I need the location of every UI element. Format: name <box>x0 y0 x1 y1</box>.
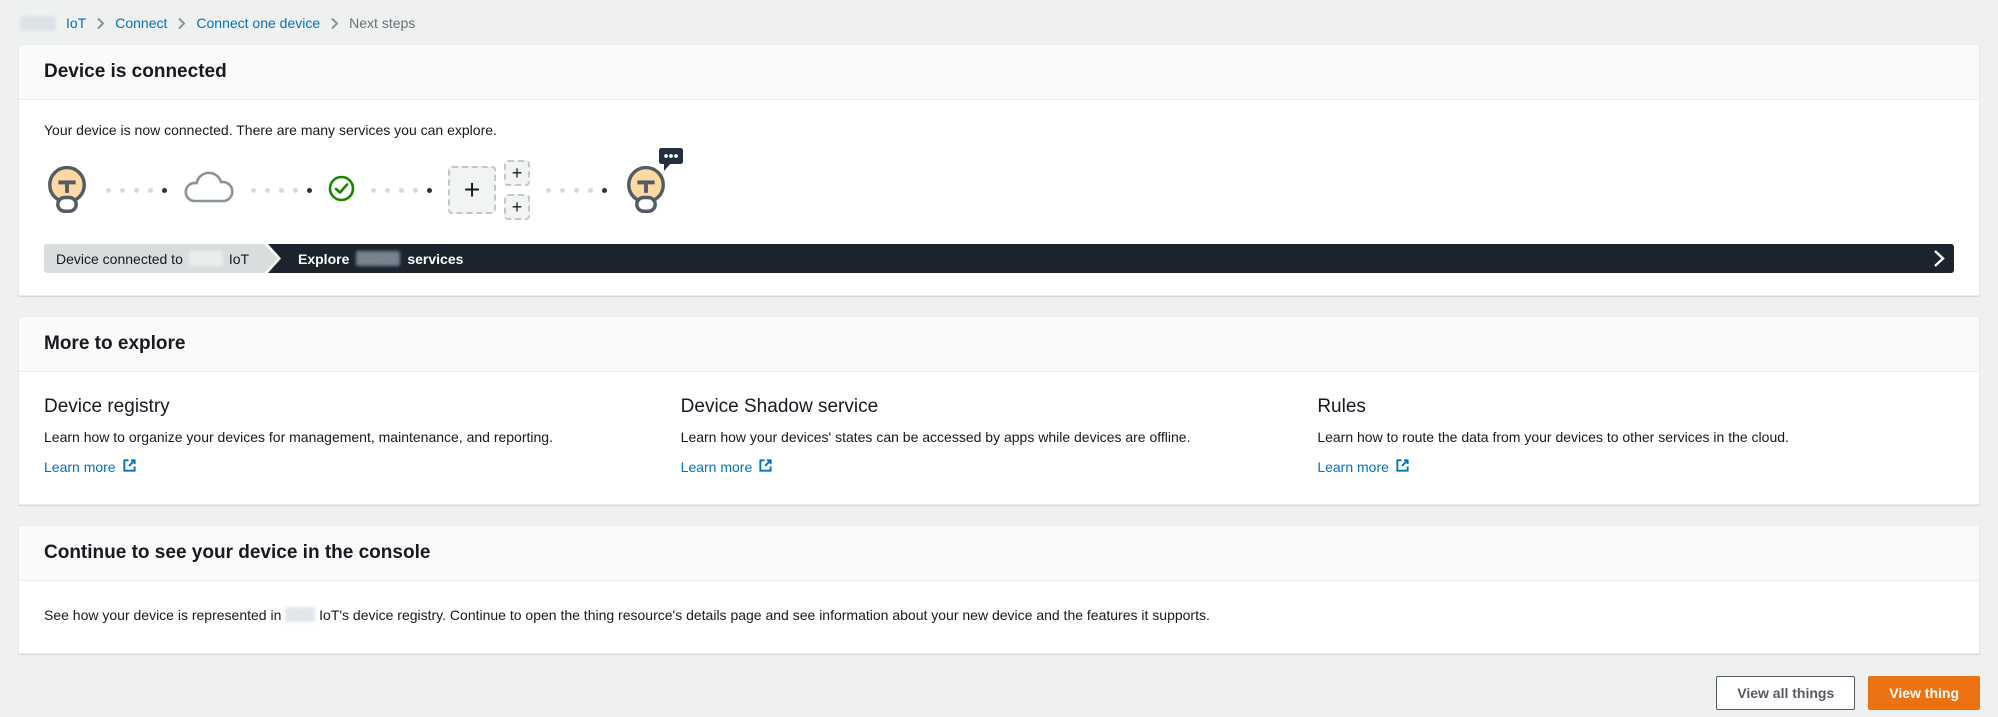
continue-text-suffix: IoT's device registry. Continue to open … <box>319 607 1210 623</box>
connection-flow-diagram: + + + <box>44 158 1954 222</box>
card-rules: Rules Learn how to route the data from y… <box>1317 396 1954 476</box>
cloud-icon <box>183 170 235 211</box>
chevron-right-icon[interactable] <box>1932 249 1945 271</box>
panel-header: More to explore <box>19 317 1979 372</box>
external-link-icon <box>758 458 773 476</box>
breadcrumb-link-connect[interactable]: Connect <box>115 15 167 31</box>
panel-title: Continue to see your device in the conso… <box>44 542 1954 564</box>
plus-icon[interactable]: + <box>504 160 530 186</box>
redacted-text <box>285 607 315 622</box>
device-connected-panel: Device is connected Your device is now c… <box>18 44 1980 296</box>
wizard-progress-bar: Explore services Device connected to IoT <box>44 244 1954 273</box>
progress-step2-text2: services <box>407 251 463 267</box>
message-bubble-icon <box>659 148 684 176</box>
card-title: Device Shadow service <box>681 396 1318 418</box>
learn-more-label: Learn more <box>681 459 753 475</box>
learn-more-link[interactable]: Learn more <box>1317 458 1410 476</box>
redacted-text <box>20 16 56 31</box>
continue-text-prefix: See how your device is represented in <box>44 607 281 623</box>
chevron-right-icon <box>330 17 339 30</box>
progress-step2-text: Explore <box>298 251 349 267</box>
card-device-registry: Device registry Learn how to organize yo… <box>44 396 681 476</box>
page-actions: View all things View thing <box>18 676 1980 710</box>
card-description: Learn how your devices' states can be ac… <box>681 427 1318 447</box>
panel-header: Device is connected <box>19 45 1979 100</box>
device-bulb-message-icon <box>623 164 669 216</box>
plus-icon[interactable]: + <box>504 194 530 220</box>
device-bulb-icon <box>44 164 90 216</box>
more-to-explore-panel: More to explore Device registry Learn ho… <box>18 316 1980 505</box>
panel-header: Continue to see your device in the conso… <box>19 526 1979 581</box>
learn-more-label: Learn more <box>44 459 116 475</box>
chevron-right-icon <box>96 17 105 30</box>
external-link-icon <box>1395 458 1410 476</box>
dotted-connector <box>546 188 607 193</box>
progress-step-explore-services: Explore services <box>268 244 1954 273</box>
view-all-things-button[interactable]: View all things <box>1716 676 1855 710</box>
learn-more-link[interactable]: Learn more <box>681 458 774 476</box>
dotted-connector <box>251 188 312 193</box>
add-services-placeholder: + + + <box>448 160 530 220</box>
breadcrumb-link-iot[interactable]: IoT <box>66 15 86 31</box>
intro-text: Your device is now connected. There are … <box>44 120 1954 140</box>
external-link-icon <box>122 458 137 476</box>
plus-icon[interactable]: + <box>448 166 496 214</box>
card-description: Learn how to organize your devices for m… <box>44 427 681 447</box>
panel-title: More to explore <box>44 333 1954 355</box>
panel-body: Your device is now connected. There are … <box>19 100 1979 295</box>
view-thing-button[interactable]: View thing <box>1868 676 1980 710</box>
breadcrumb: IoT Connect Connect one device Next step… <box>0 0 1998 44</box>
progress-step1-text: Device connected to <box>56 251 183 267</box>
continue-panel: Continue to see your device in the conso… <box>18 525 1980 654</box>
explore-cards: Device registry Learn how to organize yo… <box>19 372 1979 504</box>
continue-description: See how your device is represented in Io… <box>19 581 1979 653</box>
dotted-connector <box>371 188 432 193</box>
panel-title: Device is connected <box>44 61 1954 83</box>
redacted-text <box>356 251 400 266</box>
learn-more-link[interactable]: Learn more <box>44 458 137 476</box>
success-check-icon <box>328 175 355 205</box>
card-device-shadow-service: Device Shadow service Learn how your dev… <box>681 396 1318 476</box>
card-title: Rules <box>1317 396 1954 418</box>
redacted-text <box>189 251 223 266</box>
progress-step1-text2: IoT <box>229 251 249 267</box>
breadcrumb-link-connect-one-device[interactable]: Connect one device <box>196 15 320 31</box>
chevron-right-icon <box>177 17 186 30</box>
card-description: Learn how to route the data from your de… <box>1317 427 1954 447</box>
breadcrumb-current: Next steps <box>349 15 415 31</box>
card-title: Device registry <box>44 396 681 418</box>
progress-step-device-connected: Device connected to IoT <box>44 244 278 273</box>
learn-more-label: Learn more <box>1317 459 1389 475</box>
dotted-connector <box>106 188 167 193</box>
plus-box-column: + + <box>504 160 530 220</box>
